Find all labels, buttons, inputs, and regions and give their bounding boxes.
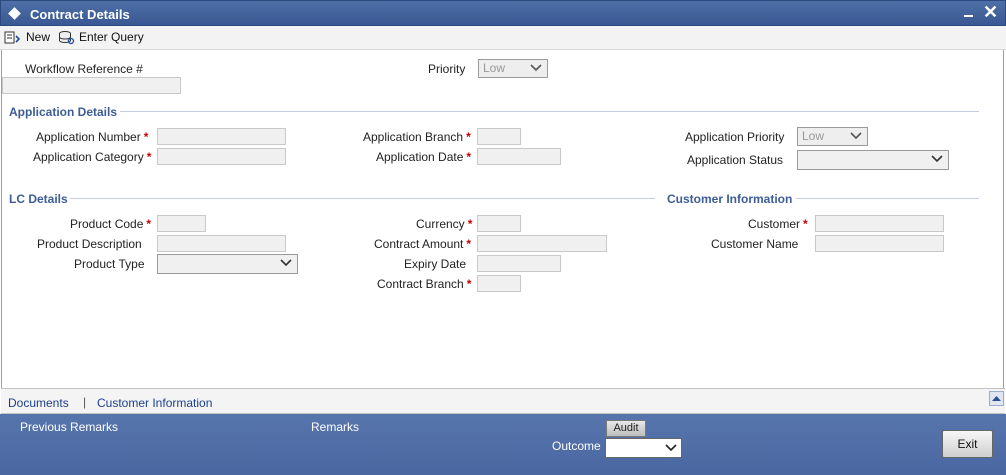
workflow-reference-field[interactable]	[2, 77, 181, 94]
window-title-bar: Contract Details ✕	[0, 0, 1006, 26]
exit-button[interactable]: Exit	[942, 430, 993, 458]
new-button-label: New	[26, 30, 51, 44]
application-date-field[interactable]	[477, 148, 561, 165]
link-separator: |	[83, 395, 87, 409]
section-divider	[796, 198, 979, 199]
triangle-up-icon	[992, 396, 1001, 401]
enter-query-button-label: Enter Query	[79, 30, 144, 44]
outcome-select[interactable]	[605, 438, 682, 458]
application-priority-select[interactable]: Low	[797, 127, 868, 146]
application-date-label: Application Date *	[376, 150, 472, 164]
application-priority-value: Low	[802, 129, 825, 143]
previous-remarks-label: Previous Remarks	[20, 420, 119, 434]
section-divider	[120, 111, 979, 112]
lc-details-heading: LC Details	[9, 192, 68, 206]
product-code-label: Product Code *	[70, 217, 152, 231]
outcome-label: Outcome	[552, 439, 601, 453]
chevron-down-icon	[665, 444, 677, 452]
application-branch-field[interactable]	[477, 128, 521, 145]
enter-query-button[interactable]: Enter Query	[58, 28, 144, 46]
currency-label: Currency *	[416, 217, 473, 231]
footer-bar: Previous Remarks Remarks Audit Outcome E…	[0, 414, 1006, 475]
chevron-down-icon	[280, 259, 292, 267]
audit-button[interactable]: Audit	[606, 420, 646, 437]
contract-amount-label: Contract Amount *	[374, 237, 472, 251]
workflow-reference-label: Workflow Reference #	[25, 62, 143, 76]
customer-name-label: Customer Name	[711, 237, 799, 251]
customer-label: Customer *	[748, 217, 808, 231]
product-code-field[interactable]	[157, 215, 206, 232]
application-priority-label: Application Priority	[685, 130, 785, 144]
application-category-field[interactable]	[157, 148, 286, 165]
application-number-field[interactable]	[157, 128, 286, 145]
documents-link[interactable]: Documents	[8, 396, 69, 410]
application-branch-label: Application Branch *	[363, 130, 471, 144]
subsystem-link-bar: Documents | Customer Information	[1, 388, 1005, 414]
window-diamond-icon	[8, 7, 21, 20]
toolbar: New Enter Query	[0, 26, 1006, 50]
contract-branch-field[interactable]	[477, 275, 521, 292]
chevron-down-icon	[850, 132, 862, 140]
product-type-label: Product Type	[74, 257, 145, 271]
priority-select[interactable]: Low	[478, 59, 548, 78]
enter-query-icon	[59, 30, 75, 44]
close-icon[interactable]: ✕	[983, 2, 998, 22]
new-button[interactable]: New	[4, 28, 50, 46]
minimize-icon[interactable]	[964, 15, 973, 17]
application-category-label: Application Category *	[33, 150, 152, 164]
priority-select-value: Low	[483, 61, 506, 75]
contract-branch-label: Contract Branch *	[377, 277, 472, 291]
application-number-label: Application Number *	[36, 130, 149, 144]
application-status-select[interactable]	[797, 150, 949, 170]
chevron-down-icon	[931, 155, 943, 163]
priority-label: Priority	[428, 62, 466, 76]
customer-field[interactable]	[815, 215, 944, 232]
application-status-label: Application Status	[687, 153, 784, 167]
remarks-label: Remarks	[311, 420, 360, 434]
contract-amount-field[interactable]	[477, 235, 607, 252]
chevron-down-icon	[530, 64, 542, 72]
scroll-up-button[interactable]	[989, 391, 1004, 406]
product-type-select[interactable]	[157, 254, 298, 274]
expiry-date-field[interactable]	[477, 255, 561, 272]
customer-information-heading: Customer Information	[667, 192, 793, 206]
customer-information-link[interactable]: Customer Information	[97, 396, 212, 410]
new-icon	[4, 31, 21, 43]
currency-field[interactable]	[477, 215, 521, 232]
application-details-heading: Application Details	[9, 105, 118, 119]
expiry-date-label: Expiry Date	[404, 257, 467, 271]
product-description-field[interactable]	[157, 235, 286, 252]
product-description-label: Product Description	[37, 237, 142, 251]
customer-name-field[interactable]	[815, 235, 944, 252]
section-divider	[70, 198, 655, 199]
window-title: Contract Details	[30, 7, 130, 22]
